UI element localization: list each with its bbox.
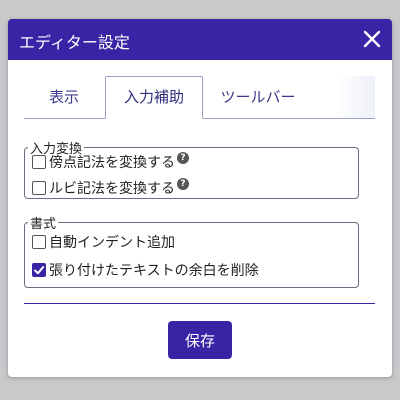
boten-checkbox[interactable] <box>32 155 46 169</box>
option-boten[interactable]: 傍点記法を変換する ? <box>32 152 189 172</box>
boten-label: 傍点記法を変換する <box>49 155 175 171</box>
trim-whitespace-label: 張り付けたテキストの余白を削除 <box>49 263 259 279</box>
close-icon[interactable] <box>360 27 384 51</box>
tab-input-assist[interactable]: 入力補助 <box>105 76 203 119</box>
help-icon[interactable]: ? <box>177 152 189 164</box>
tab-scroll-fade <box>335 76 375 118</box>
trim-whitespace-checkbox[interactable] <box>32 263 46 277</box>
tab-bar: 表示 入力補助 ツールバー <box>24 76 375 119</box>
auto-indent-checkbox[interactable] <box>32 235 46 249</box>
dialog-title: エディター設定 <box>19 33 130 52</box>
ruby-checkbox[interactable] <box>32 181 46 195</box>
footer-divider <box>24 303 375 304</box>
formatting-legend: 書式 <box>30 217 57 232</box>
check-icon <box>34 266 45 275</box>
help-icon[interactable]: ? <box>177 178 189 190</box>
tab-display[interactable]: 表示 <box>36 76 92 118</box>
editor-settings-dialog: エディター設定 表示 入力補助 ツールバー 入力変換 傍点記法を変換する ? ル… <box>8 19 392 377</box>
option-ruby[interactable]: ルビ記法を変換する ? <box>32 178 189 198</box>
option-trim-whitespace[interactable]: 張り付けたテキストの余白を削除 <box>32 260 259 280</box>
auto-indent-label: 自動インデント追加 <box>49 235 175 251</box>
dialog-titlebar: エディター設定 <box>8 19 392 60</box>
ruby-label: ルビ記法を変換する <box>49 181 175 197</box>
save-button[interactable]: 保存 <box>168 321 232 359</box>
tab-toolbar[interactable]: ツールバー <box>210 76 306 118</box>
option-auto-indent[interactable]: 自動インデント追加 <box>32 232 175 252</box>
